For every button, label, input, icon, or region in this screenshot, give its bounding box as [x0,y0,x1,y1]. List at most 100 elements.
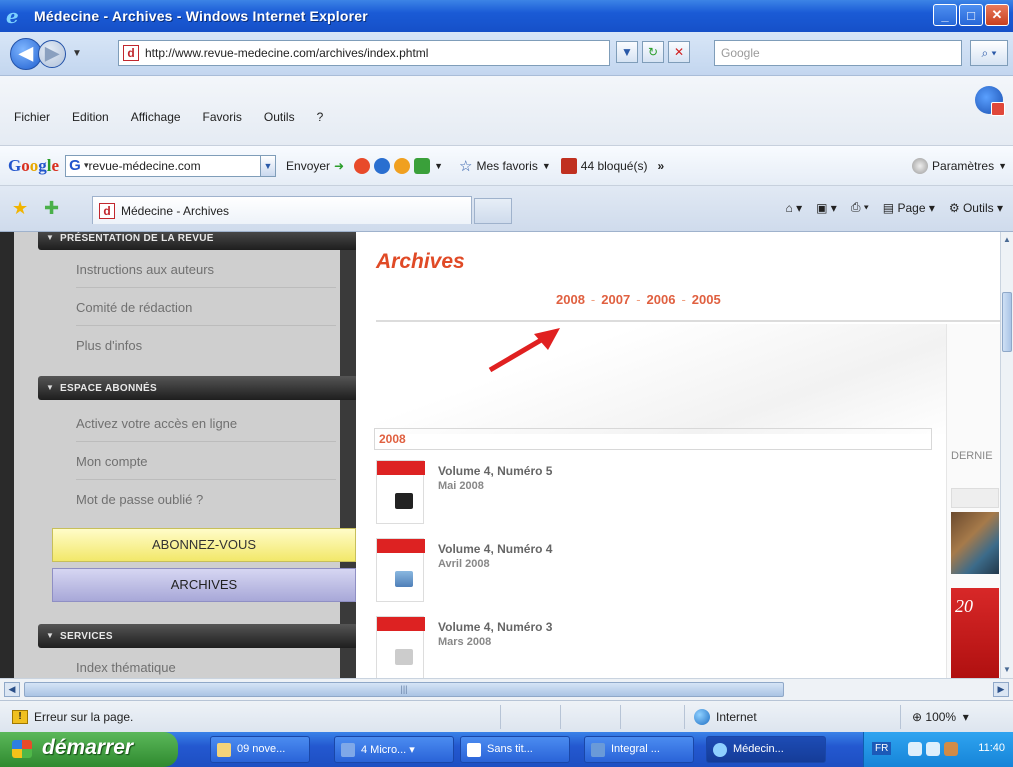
puzzle-icon[interactable] [414,157,431,174]
security-zone[interactable]: Internet [694,709,757,725]
scroll-right-icon[interactable]: ▶ [993,682,1009,697]
link-mot-de-passe[interactable]: Mot de passe oublié ? [76,492,336,517]
stop-icon[interactable]: ✕ [668,41,690,63]
scroll-up-icon[interactable]: ▲ [1002,234,1012,246]
menu-affichage[interactable]: Affichage [131,110,181,124]
history-dropdown-icon[interactable]: ▼ [72,48,82,59]
home-icon[interactable]: ⌂ ▾ [786,201,803,215]
start-button[interactable]: démarrer [0,732,178,767]
google-search-field[interactable]: G ▾ revue-médecine.com [65,154,262,177]
right-image[interactable] [951,512,999,574]
menu-fichier[interactable]: Fichier [14,110,50,124]
link-index-thematique[interactable]: Index thématique [76,660,336,678]
taskbar-item-integral[interactable]: Integral ... [584,736,694,763]
vertical-scrollbar[interactable]: ▲ ▼ [1000,232,1013,678]
year-link-2007[interactable]: 2007 [601,292,630,307]
issue-volume[interactable]: Volume 4, Numéro 4 [438,542,552,556]
issue-cover-thumbnail[interactable] [376,616,425,678]
year-links: 2008- 2007- 2006- 2005 [556,292,721,307]
horizontal-scrollbar[interactable]: ◀ ||| ▶ [0,678,1013,700]
language-indicator[interactable]: FR [872,742,892,755]
zoom-level[interactable]: ⊕ 100% ▾ [912,710,969,724]
refresh-icon[interactable]: ↻ [642,41,664,63]
horizontal-scroll-thumb[interactable]: ||| [24,682,784,697]
vertical-scroll-thumb[interactable] [1002,292,1012,352]
status-bar: ! Erreur sur la page. Internet ⊕ 100% ▾ [0,700,1013,732]
latest-label: DERNIE [951,450,993,462]
pagerank-icon[interactable] [354,157,371,174]
year-link-2006[interactable]: 2006 [647,292,676,307]
subscribe-button[interactable]: ABONNEZ-VOUS [52,528,356,562]
warning-icon[interactable]: ! [12,710,28,724]
issue-volume[interactable]: Volume 4, Numéro 3 [438,620,552,634]
issue-item[interactable]: Volume 4, Numéro 5 Mai 2008 [376,460,876,526]
archives-button[interactable]: ARCHIVES [52,568,356,602]
tray-icon[interactable] [944,742,958,756]
google-g-icon: G [69,156,81,174]
page-title: Archives [376,250,465,273]
link-mon-compte[interactable]: Mon compte [76,454,336,480]
issue-cover-thumbnail[interactable] [376,538,425,602]
menu-outils[interactable]: Outils [264,110,295,124]
taskbar-item-folder[interactable]: 09 nove... [210,736,310,763]
scroll-down-icon[interactable]: ▼ [1002,664,1012,676]
issue-volume[interactable]: Volume 4, Numéro 5 [438,464,552,478]
status-text[interactable]: Erreur sur la page. [34,710,133,724]
tools-menu[interactable]: ⚙ Outils ▾ [949,201,1003,215]
divider [376,320,1006,322]
more-chevron-icon[interactable]: » [657,159,664,173]
add-favorite-icon[interactable]: ✚ [44,198,59,219]
issue-item[interactable]: Volume 4, Numéro 3 Mars 2008 [376,616,876,678]
issue-cover-thumbnail[interactable] [376,460,425,524]
feeds-icon[interactable]: ▣ ▾ [816,201,837,215]
taskbar-item-word[interactable]: 4 Micro... ▾ [334,736,454,763]
main-panel: Archives 2008- 2007- 2006- 2005 2008 Vol… [356,232,1006,678]
link-comite-redaction[interactable]: Comité de rédaction [76,300,336,326]
tray-icon[interactable] [908,742,922,756]
maximize-button[interactable]: □ [959,4,983,26]
page-menu[interactable]: ▤ Page ▾ [883,201,935,215]
close-button[interactable]: ✕ [985,4,1009,26]
ie-toolbar-icon[interactable] [975,86,1005,116]
year-link-2005[interactable]: 2005 [692,292,721,307]
print-icon[interactable]: ⎙ ▾ [851,200,869,215]
year-link-2008[interactable]: 2008 [556,292,585,307]
link-activez-acces[interactable]: Activez votre accès en ligne [76,416,336,442]
address-bar[interactable]: d http://www.revue-medecine.com/archives… [118,40,610,66]
minimize-button[interactable]: _ [933,4,957,26]
search-input[interactable]: Google [714,40,962,66]
menu-help[interactable]: ? [317,110,324,124]
favorites-menu[interactable]: ☆ Mes favoris ▼ [459,157,551,175]
google-toolbar: Google G ▾ revue-médecine.com ▼ Envoyer ➜… [0,146,1013,186]
favorites-star-icon[interactable]: ★ [12,198,28,219]
forward-button[interactable]: ▶ [38,39,66,68]
scroll-left-icon[interactable]: ◀ [4,682,20,697]
google-send-button[interactable]: Envoyer ➜ [286,159,344,173]
search-icon[interactable]: ⌕ ▾ [970,40,1008,66]
tab-medecine-archives[interactable]: d Médecine - Archives [92,196,472,224]
address-dropdown-button[interactable]: ▼ [616,41,638,63]
internet-globe-icon [694,709,710,725]
link-plus-infos[interactable]: Plus d'infos [76,338,336,363]
menu-favoris[interactable]: Favoris [203,110,242,124]
color-icon[interactable] [394,157,411,174]
tray-icon[interactable] [926,742,940,756]
google-dropdown-icon[interactable]: ▼ [260,154,277,177]
globe-icon[interactable] [374,157,391,174]
new-tab-button[interactable] [474,198,512,224]
taskbar-item-untitled[interactable]: Sans tit... [460,736,570,763]
word-icon [341,743,355,757]
site-favicon-icon: d [123,45,139,61]
popup-blocker[interactable]: 44 bloqué(s) [560,157,647,174]
link-instructions-auteurs[interactable]: Instructions aux auteurs [76,262,336,288]
google-tool-icons[interactable]: ▼ [354,157,443,174]
right-red-banner[interactable]: 20 [951,588,999,678]
right-thumbnail[interactable] [951,488,999,508]
address-toolbar: ◀ ▶ ▼ d http://www.revue-medecine.com/ar… [0,32,1013,76]
clock[interactable]: 11:40 [978,742,1005,754]
folder-icon [217,743,231,757]
menu-edition[interactable]: Edition [72,110,109,124]
settings-button[interactable]: Paramètres ▼ [912,158,1007,174]
taskbar-item-medecine[interactable]: Médecin... [706,736,826,763]
issue-item[interactable]: Volume 4, Numéro 4 Avril 2008 [376,538,876,604]
